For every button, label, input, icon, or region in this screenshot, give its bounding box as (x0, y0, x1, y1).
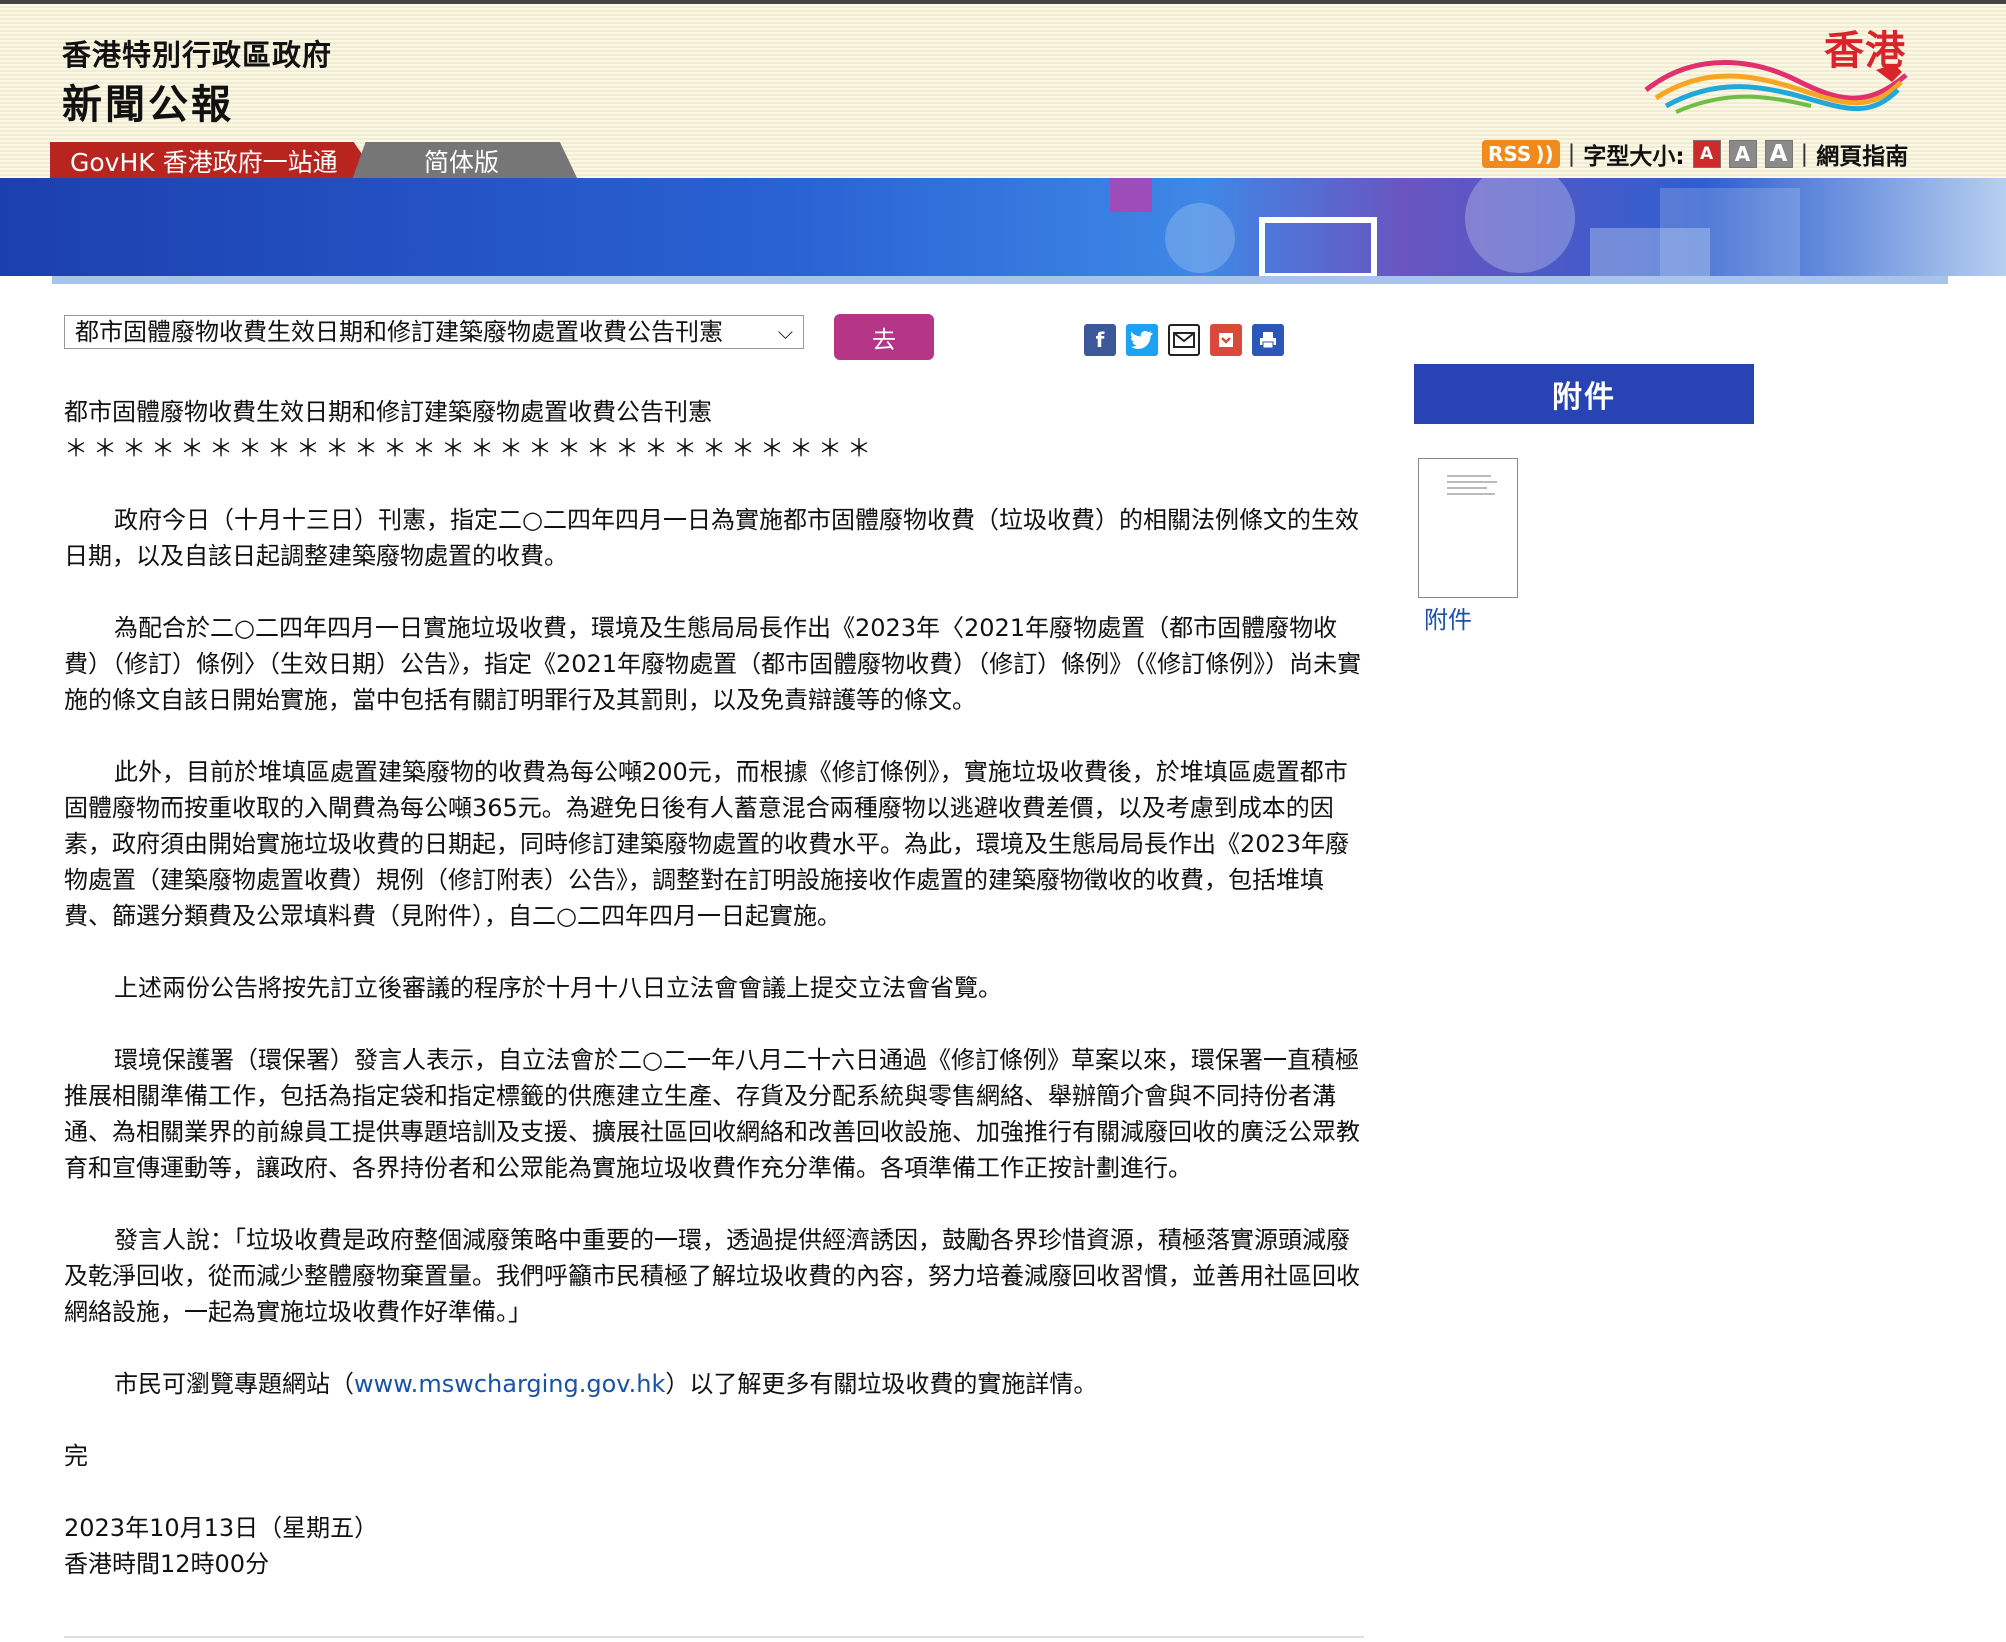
divider: | (1800, 141, 1809, 167)
mswcharging-website-link[interactable]: www.mswcharging.gov.hk (354, 1370, 665, 1398)
web-guide-link[interactable]: 網頁指南 (1816, 137, 1908, 171)
select-value: 都市固體廢物收費生效日期和修訂建築廢物處置收費公告刊憲 (75, 318, 723, 346)
twitter-icon[interactable] (1126, 324, 1158, 356)
title-divider: ＊＊＊＊＊＊＊＊＊＊＊＊＊＊＊＊＊＊＊＊＊＊＊＊＊＊＊＊ (64, 434, 876, 462)
paragraph: 政府今日（十月十三日）刊憲，指定二○二四年四月一日為實施都市固體廢物收費（垃圾收… (64, 506, 1359, 570)
rss-label: RSS (1488, 142, 1532, 166)
divider: | (1567, 141, 1576, 167)
rss-button[interactable]: RSS )) (1482, 140, 1560, 168)
go-button[interactable]: 去 (834, 314, 934, 360)
font-size-medium-button[interactable]: A (1728, 140, 1757, 168)
site-title: 新聞公報 (62, 82, 234, 128)
attachment-heading: 附件 (1414, 364, 1754, 424)
attachment-link[interactable]: 附件 (1424, 600, 1472, 635)
release-time: 香港時間12時00分 (64, 1550, 270, 1578)
logo-text: 香港 (1824, 28, 1906, 74)
banner-strip (52, 276, 1948, 284)
header-tools: RSS )) | 字型大小: A A A | 網頁指南 (1482, 138, 1908, 170)
paragraph-text: ）以了解更多有關垃圾收費的實施詳情。 (665, 1370, 1098, 1398)
font-size-small-button[interactable]: A (1692, 140, 1721, 168)
facebook-icon[interactable]: f (1084, 324, 1116, 356)
font-size-large-button[interactable]: A (1764, 140, 1793, 168)
press-release-select[interactable]: 都市固體廢物收費生效日期和修訂建築廢物處置收費公告刊憲 ⌵ (64, 315, 804, 349)
rss-icon: )) (1535, 142, 1554, 166)
paragraph: 發言人說：「垃圾收費是政府整個減廢策略中重要的一環，透過提供經濟誘因，鼓勵各界珍… (64, 1226, 1360, 1326)
page-header: 香港特別行政區政府 新聞公報 香港 GovHK 香港政府一站通 简体版 RSS … (0, 4, 2006, 180)
decorative-banner (0, 163, 2006, 279)
paragraph: 此外，目前於堆填區處置建築廢物的收費為每公噸200元，而根據《修訂條例》，實施垃… (64, 758, 1350, 930)
print-icon[interactable] (1252, 324, 1284, 356)
paragraph: 市民可瀏覽專題網站（www.mswcharging.gov.hk）以了解更多有關… (64, 1366, 1364, 1402)
paragraph: 為配合於二○二四年四月一日實施垃圾收費，環境及生態局局長作出《2023年〈202… (64, 614, 1362, 714)
email-icon[interactable] (1168, 324, 1200, 356)
share-bar: f (1084, 324, 1284, 356)
end-marker: 完 (64, 1442, 88, 1470)
article-body: 都市固體廢物收費生效日期和修訂建築廢物處置收費公告刊憲 ＊＊＊＊＊＊＊＊＊＊＊＊… (64, 394, 1364, 1582)
paragraph-text: 市民可瀏覽專題網站（ (114, 1370, 354, 1398)
chevron-down-icon: ⌵ (777, 320, 793, 344)
attachment-thumbnail[interactable] (1418, 458, 1518, 598)
bottom-divider (64, 1636, 1364, 1638)
paragraph: 上述兩份公告將按先訂立後審議的程序於十月十八日立法會會議上提交立法會省覽。 (114, 974, 1002, 1002)
paragraph: 環境保護署（環保署）發言人表示，自立法會於二○二一年八月二十六日通過《修訂條例》… (64, 1046, 1360, 1182)
government-name: 香港特別行政區政府 (62, 38, 333, 72)
govhk-link[interactable]: GovHK 香港政府一站通 (50, 142, 380, 180)
simplified-chinese-link[interactable]: 简体版 (352, 142, 578, 180)
article-title: 都市固體廢物收費生效日期和修訂建築廢物處置收費公告刊憲 (64, 398, 712, 426)
release-date: 2023年10月13日（星期五） (64, 1514, 379, 1542)
font-size-label: 字型大小: (1583, 144, 1685, 170)
banner-graphic (1110, 163, 1800, 279)
bookmark-icon[interactable] (1210, 324, 1242, 356)
